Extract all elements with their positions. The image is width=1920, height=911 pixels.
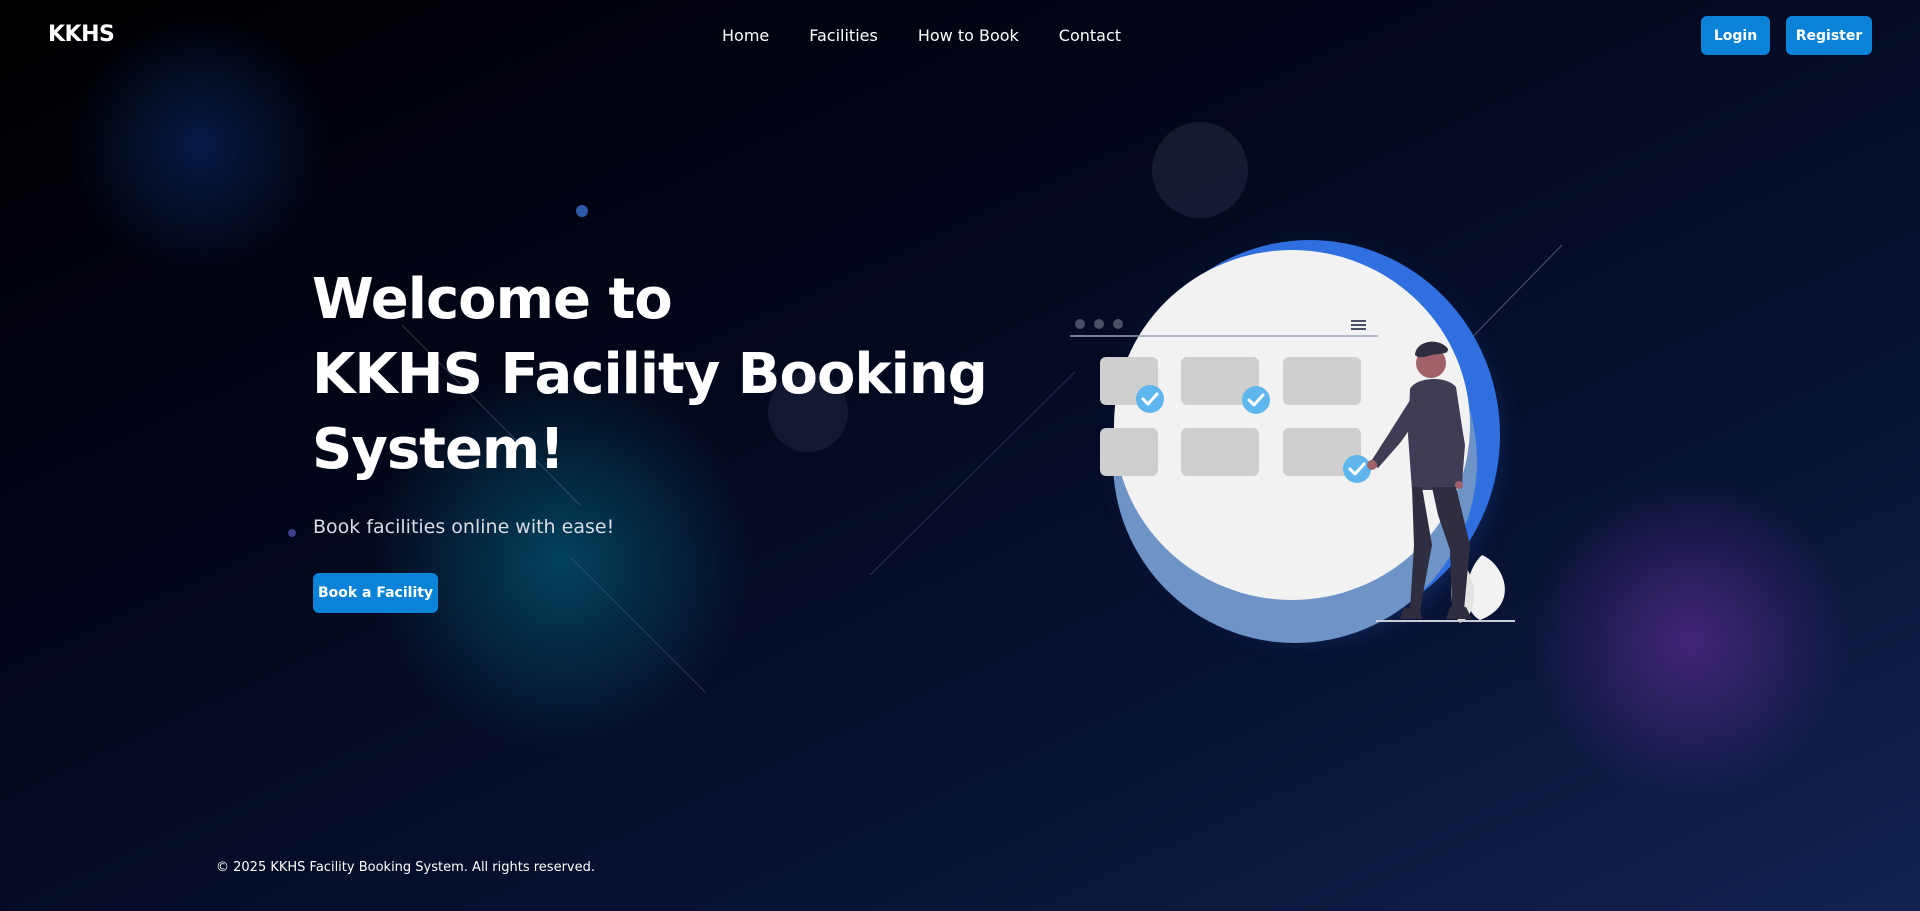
top-navbar: KKHS Home Facilities How to Book Contact… — [0, 0, 1920, 72]
facility-card — [1181, 428, 1259, 476]
hero-title-line-3: System! — [312, 417, 565, 482]
book-facility-button[interactable]: Book a Facility — [313, 573, 438, 613]
nav-link-how-to-book[interactable]: How to Book — [918, 26, 1019, 45]
decorative-circle — [1152, 122, 1248, 218]
window-dots-icon — [1075, 319, 1085, 329]
brand-logo[interactable]: KKHS — [48, 22, 115, 47]
register-button[interactable]: Register — [1786, 16, 1872, 55]
nav-link-contact[interactable]: Contact — [1059, 26, 1121, 45]
decorative-dot-small — [288, 529, 296, 537]
window-dot — [1094, 319, 1104, 329]
decorative-dot — [576, 205, 588, 217]
hero-title-line-1: Welcome to — [312, 267, 673, 332]
login-button[interactable]: Login — [1701, 16, 1770, 55]
main-nav: Home Facilities How to Book Contact — [722, 26, 1121, 45]
hero-title: Welcome to KKHS Facility Booking System! — [312, 262, 988, 487]
nav-link-facilities[interactable]: Facilities — [809, 26, 878, 45]
booking-illustration — [1060, 240, 1515, 643]
nav-link-home[interactable]: Home — [722, 26, 769, 45]
hamburger-menu-icon — [1351, 320, 1366, 330]
check-circle-icon — [1136, 385, 1164, 413]
check-circle-icon — [1343, 455, 1371, 483]
window-dot — [1113, 319, 1123, 329]
check-circle-icon — [1242, 386, 1270, 414]
hero-subtitle: Book facilities online with ease! — [313, 516, 615, 538]
facility-card — [1283, 357, 1361, 405]
footer-copyright: © 2025 KKHS Facility Booking System. All… — [216, 860, 595, 875]
card-clip — [1060, 345, 1117, 495]
hero-title-line-2: KKHS Facility Booking — [312, 342, 988, 407]
